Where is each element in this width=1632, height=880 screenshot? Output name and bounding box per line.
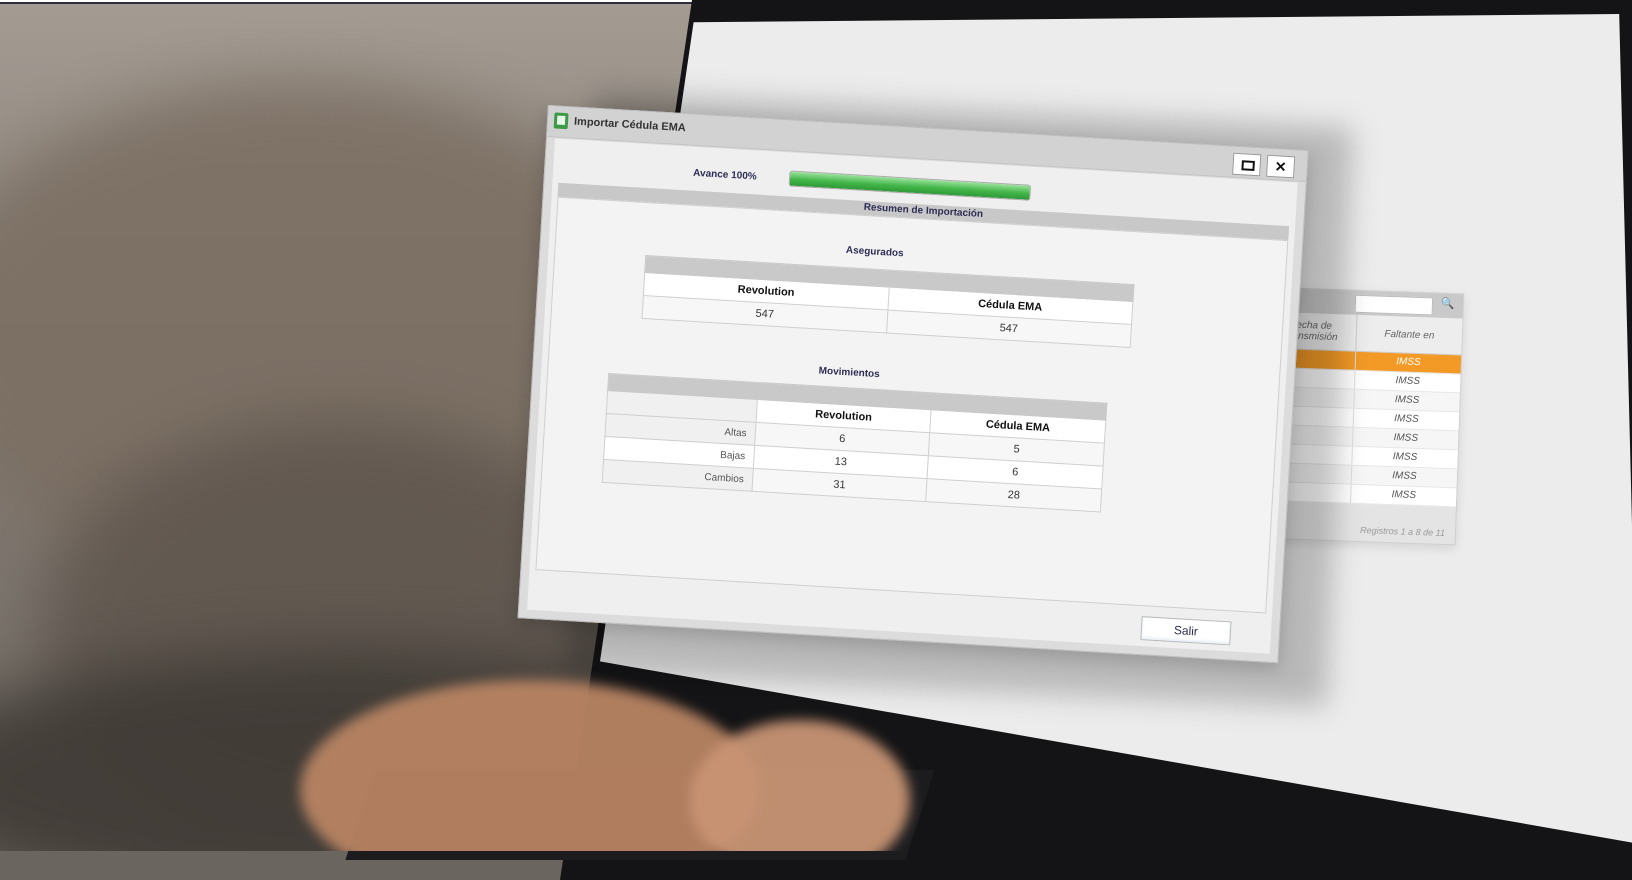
- close-icon[interactable]: ✕: [1266, 154, 1296, 179]
- summary-panel: Asegurados Revolution Cédula EMA 547 547…: [535, 196, 1289, 614]
- grid-record-count: Registros 1 a 8 de 11: [1359, 525, 1446, 538]
- progress-row: Avance 100%: [693, 165, 1032, 201]
- keyboard: [345, 770, 935, 860]
- progress-label: Avance 100%: [692, 167, 757, 183]
- asegurados-table: Revolution Cédula EMA 547 547: [641, 255, 1135, 348]
- app-icon: [553, 112, 569, 130]
- asegurados-title: Asegurados: [845, 244, 904, 260]
- dialog-title: Importar Cédula EMA: [573, 115, 687, 135]
- dialog-body: Avance 100% Resumen de Importación Asegu…: [527, 138, 1298, 654]
- movimientos-table: Revolution Cédula EMA Altas 6 5 Bajas 13…: [601, 373, 1108, 513]
- column-header-faltante[interactable]: Faltante en: [1356, 315, 1462, 355]
- maximize-icon[interactable]: [1232, 152, 1262, 177]
- grid-search-input[interactable]: [1354, 294, 1434, 316]
- exit-button[interactable]: Salir: [1140, 616, 1232, 646]
- import-dialog: Importar Cédula EMA ✕ Avance 100% Resume…: [517, 105, 1309, 664]
- progress-bar: [788, 170, 1032, 201]
- progress-fill: [789, 171, 1031, 200]
- movimientos-title: Movimientos: [818, 365, 881, 381]
- search-icon[interactable]: 🔍: [1441, 297, 1455, 313]
